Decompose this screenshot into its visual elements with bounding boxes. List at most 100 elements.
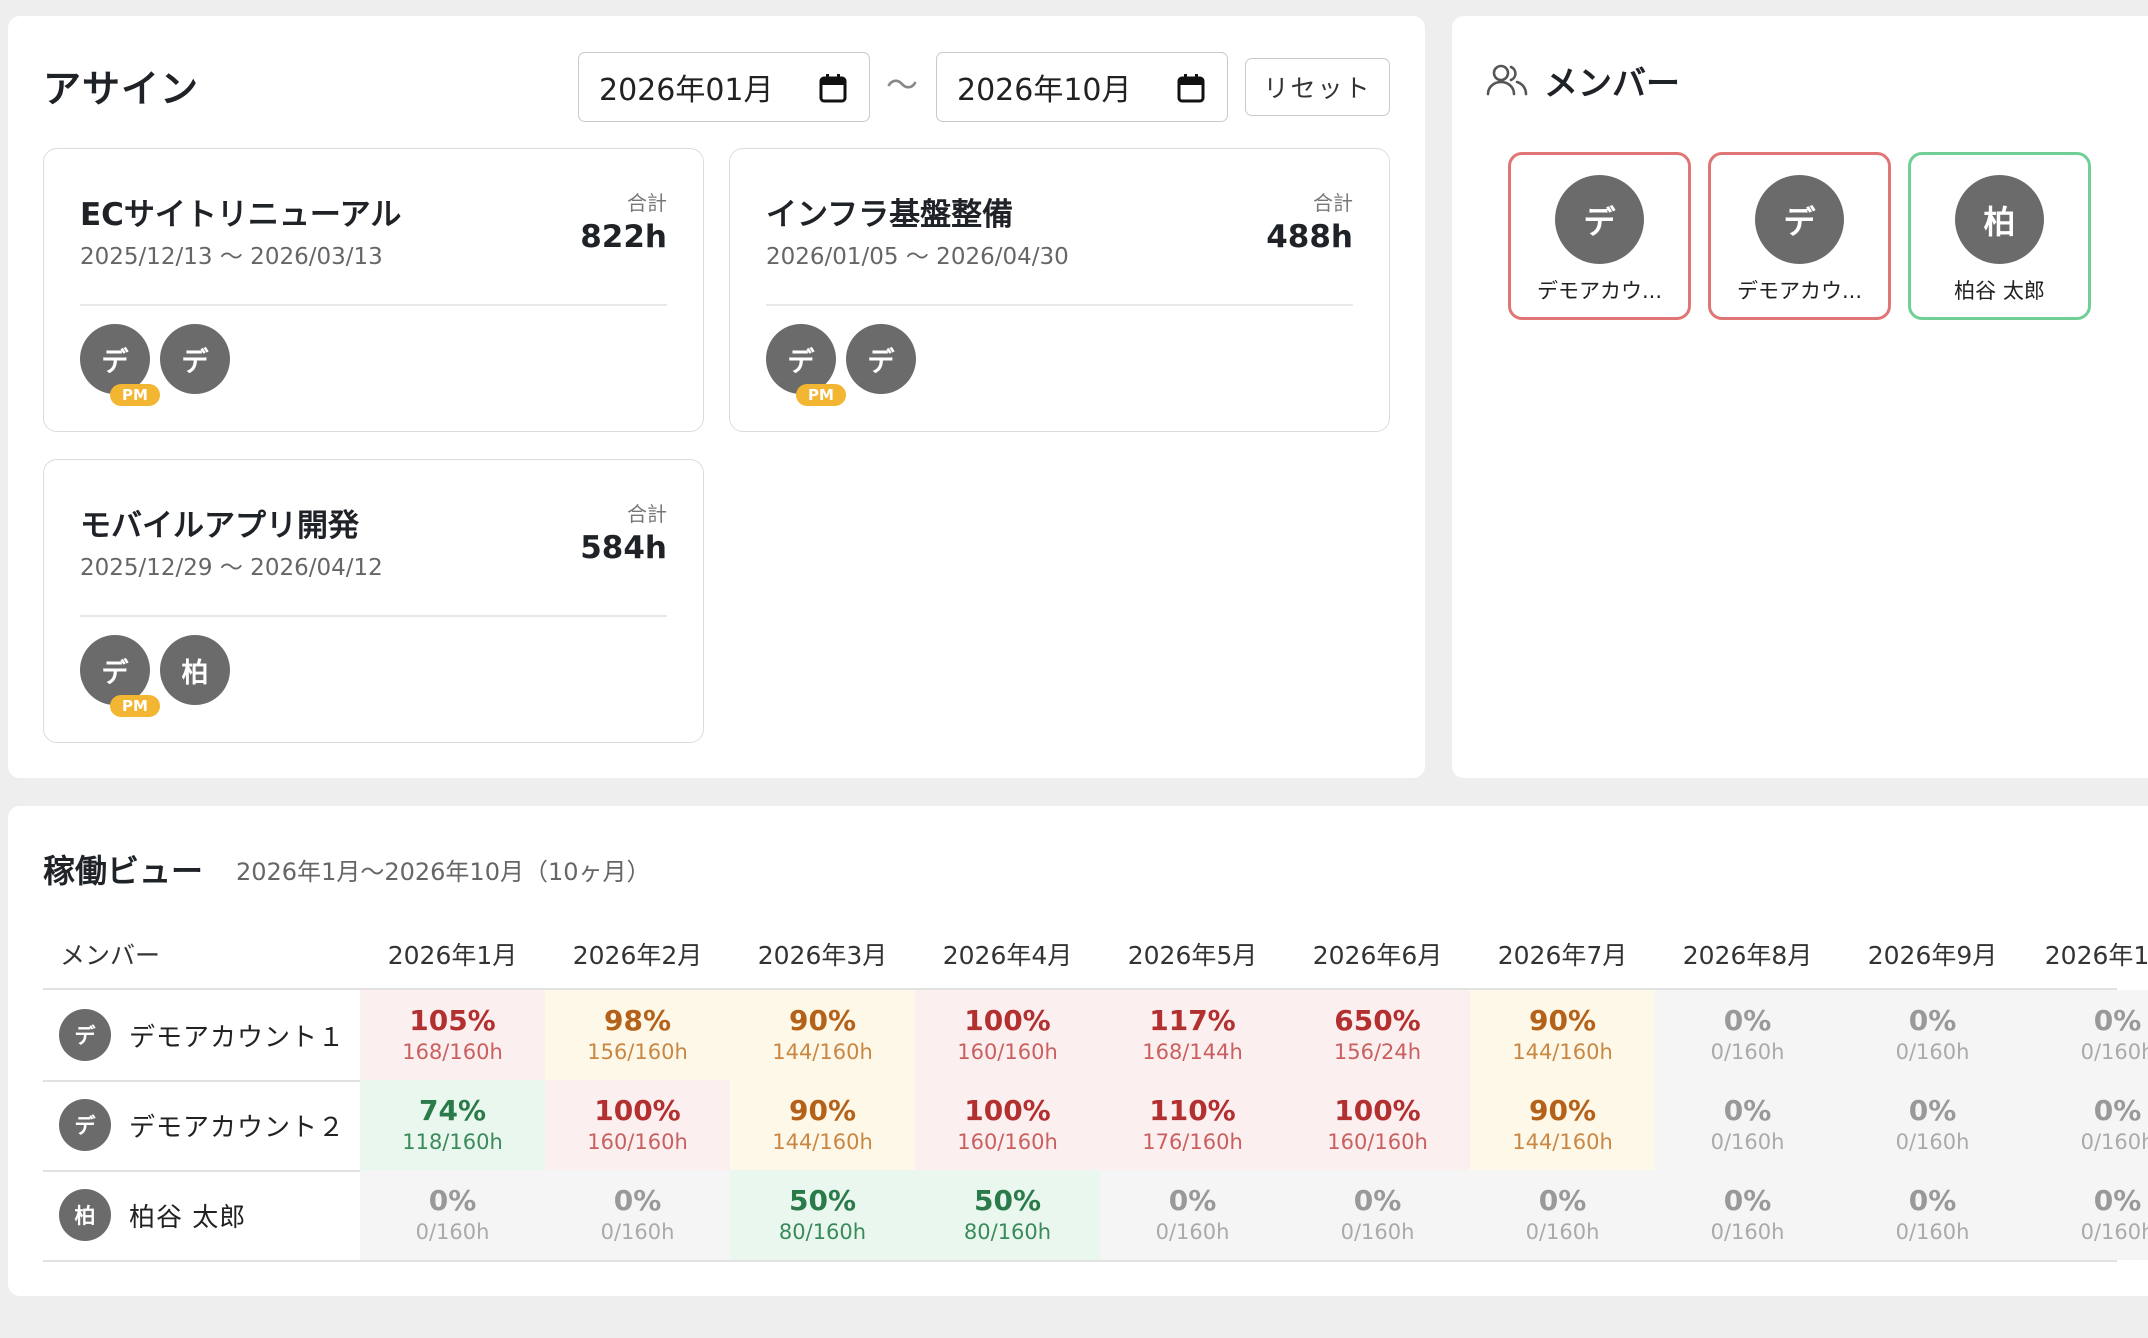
divider [80,615,667,617]
project-total-hours: 822h [580,219,667,255]
member-name: 柏谷 太郎 [1954,279,2045,303]
utilization-cell[interactable]: 0% 0/160h [1840,1080,2025,1170]
utilization-hours: 160/160h [957,1040,1058,1064]
utilization-cell[interactable]: 0% 0/160h [1100,1170,1285,1260]
member-column-header: メンバー [60,941,161,970]
calendar-icon[interactable] [1177,73,1205,111]
project-card[interactable]: ECサイトリニューアル 2025/12/13 〜 2026/03/13 合計 8… [43,148,704,432]
date-from-value: 2026年01月 [599,73,774,108]
month-header: 2026年5月 [1127,941,1258,970]
date-to-input[interactable]: 2026年10月 [936,52,1228,122]
utilization-cell[interactable]: 0% 0/160h [1470,1170,1655,1260]
member-tile[interactable]: デ デモアカウ... [1508,152,1691,320]
utilization-cell[interactable]: 0% 0/160h [1655,990,1840,1080]
calendar-icon[interactable] [819,73,847,111]
member-tile[interactable]: 柏 柏谷 太郎 [1908,152,2091,320]
utilization-percent: 0% [1723,1184,1772,1217]
utilization-percent: 50% [788,1184,857,1217]
member-name: デモアカウ... [1536,279,1663,303]
utilization-percent: 0% [2093,1004,2142,1037]
pm-badge: PM [110,695,160,717]
date-from-input[interactable]: 2026年01月 [578,52,870,122]
utilization-cell[interactable]: 110% 176/160h [1100,1080,1285,1170]
utilization-percent: 90% [788,1004,857,1037]
avatar[interactable]: 柏 [160,635,230,705]
users-icon [1486,62,1528,100]
range-separator: 〜 [886,66,919,104]
total-label: 合計 [627,191,667,215]
utilization-cell[interactable]: 100% 160/160h [545,1080,730,1170]
utilization-percent: 0% [1723,1004,1772,1037]
member-row-label: デデモアカウント２ [43,1080,360,1170]
utilization-hours: 80/160h [778,1220,867,1244]
avatar-initial: デ [787,346,815,378]
utilization-cell[interactable]: 90% 144/160h [730,990,915,1080]
utilization-percent: 0% [428,1184,477,1217]
utilization-cell[interactable]: 0% 0/160h [2025,1080,2148,1170]
avatar[interactable]: デ PM [80,324,160,406]
utilization-hours: 160/160h [1327,1130,1428,1154]
utilization-cell[interactable]: 100% 160/160h [915,1080,1100,1170]
utilization-cell[interactable]: 90% 144/160h [730,1080,915,1170]
utilization-cell[interactable]: 0% 0/160h [360,1170,545,1260]
utilization-cell[interactable]: 100% 160/160h [1285,1080,1470,1170]
member-header: メンバー [1486,56,1680,105]
utilization-cell[interactable]: 98% 156/160h [545,990,730,1080]
utilization-hours: 118/160h [402,1130,503,1154]
utilization-cell[interactable]: 0% 0/160h [1285,1170,1470,1260]
utilization-cell[interactable]: 105% 168/160h [360,990,545,1080]
utilization-cell[interactable]: 0% 0/160h [1840,1170,2025,1260]
utilization-percent: 100% [1334,1094,1421,1127]
utilization-title: 稼働ビュー [43,852,204,890]
project-card[interactable]: モバイルアプリ開発 2025/12/29 〜 2026/04/12 合計 584… [43,459,704,743]
utilization-panel: 稼働ビュー 2026年1月〜2026年10月（10ヶ月） メンバー 2026年1… [8,806,2148,1296]
month-header: 2026年2月 [572,941,703,970]
project-period: 2025/12/29 〜 2026/04/12 [80,555,383,581]
reset-button[interactable]: リセット [1245,58,1390,116]
utilization-cell[interactable]: 0% 0/160h [545,1170,730,1260]
month-header: 2026年1月 [387,941,518,970]
utilization-cell[interactable]: 74% 118/160h [360,1080,545,1170]
utilization-percent: 0% [613,1184,662,1217]
avatar: 柏 [1955,175,2044,264]
avatar[interactable]: デ PM [80,635,160,717]
utilization-percent: 0% [2093,1094,2142,1127]
utilization-cell[interactable]: 650% 156/24h [1285,990,1470,1080]
utilization-cell[interactable]: 90% 144/160h [1470,990,1655,1080]
month-header: 2026年10月 [2044,941,2148,970]
month-header: 2026年8月 [1682,941,1813,970]
member-row-label: デデモアカウント１ [43,990,360,1080]
pm-badge: PM [796,384,846,406]
utilization-percent: 90% [1528,1094,1597,1127]
utilization-hours: 0/160h [1340,1220,1415,1244]
utilization-cell[interactable]: 0% 0/160h [2025,1170,2148,1260]
utilization-percent: 90% [788,1094,857,1127]
utilization-percent: 0% [1353,1184,1402,1217]
utilization-percent: 100% [964,1094,1051,1127]
avatar[interactable]: デ [160,324,230,394]
utilization-cell[interactable]: 90% 144/160h [1470,1080,1655,1170]
utilization-cell[interactable]: 0% 0/160h [1840,990,2025,1080]
utilization-cell[interactable]: 0% 0/160h [2025,990,2148,1080]
utilization-hours: 0/160h [2080,1130,2148,1154]
project-name: インフラ基盤整備 [766,197,1014,233]
utilization-cell[interactable]: 50% 80/160h [730,1170,915,1260]
utilization-cell[interactable]: 0% 0/160h [1655,1080,1840,1170]
avatar[interactable]: デ PM [766,324,846,406]
utilization-hours: 160/160h [957,1130,1058,1154]
member-name: デモアカウ... [1736,279,1863,303]
divider [80,304,667,306]
utilization-cell[interactable]: 117% 168/144h [1100,990,1285,1080]
month-header: 2026年3月 [757,941,888,970]
assign-panel: アサイン 2026年01月 〜 2026年10月 リセット ECサイトリニューア… [8,16,1425,778]
utilization-cell[interactable]: 100% 160/160h [915,990,1100,1080]
utilization-cell[interactable]: 0% 0/160h [1655,1170,1840,1260]
utilization-hours: 0/160h [2080,1220,2148,1244]
project-card[interactable]: インフラ基盤整備 2026/01/05 〜 2026/04/30 合計 488h… [729,148,1390,432]
avatar[interactable]: デ [846,324,916,394]
project-period: 2026/01/05 〜 2026/04/30 [766,244,1069,270]
member-tile[interactable]: デ デモアカウ... [1708,152,1891,320]
utilization-cell[interactable]: 50% 80/160h [915,1170,1100,1260]
project-total-hours: 488h [1266,219,1353,255]
utilization-percent: 110% [1149,1094,1236,1127]
